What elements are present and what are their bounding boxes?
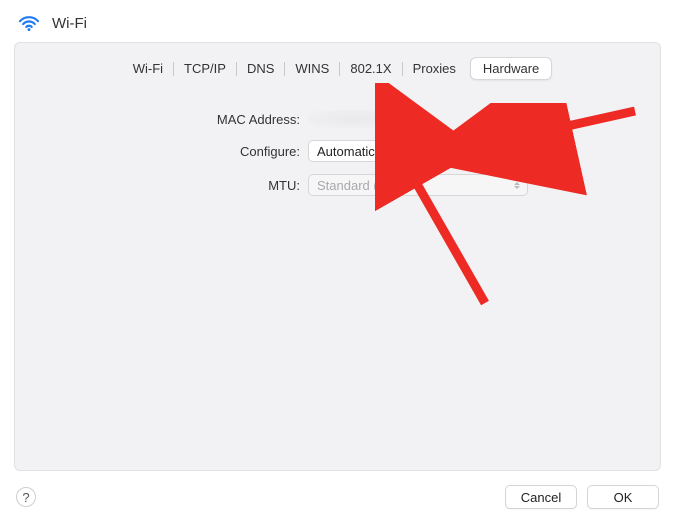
- mtu-select: Standard (1500): [308, 174, 528, 196]
- preferences-window: Wi-Fi Wi-Fi TCP/IP DNS WINS 802.1X Proxi…: [0, 0, 675, 523]
- mac-address-value: :10: [308, 110, 528, 128]
- header: Wi-Fi: [0, 0, 675, 42]
- chevron-up-down-icon: [508, 175, 526, 195]
- help-button[interactable]: ?: [16, 487, 36, 507]
- footer: ? Cancel OK: [0, 479, 675, 523]
- ok-button[interactable]: OK: [587, 485, 659, 509]
- mac-address-suffix: :10: [402, 112, 420, 127]
- chevron-up-down-icon: [508, 141, 526, 161]
- tab-tcpip[interactable]: TCP/IP: [174, 57, 236, 80]
- mtu-label: MTU:: [33, 178, 308, 193]
- page-title: Wi-Fi: [52, 15, 87, 32]
- mtu-select-value: Standard (1500): [317, 178, 411, 193]
- mac-address-redacted: [308, 110, 400, 128]
- tab-bar: Wi-Fi TCP/IP DNS WINS 802.1X Proxies Har…: [33, 57, 642, 80]
- tab-8021x[interactable]: 802.1X: [340, 57, 401, 80]
- tab-hardware[interactable]: Hardware: [470, 57, 552, 80]
- configure-label: Configure:: [33, 144, 308, 159]
- tab-wins[interactable]: WINS: [285, 57, 339, 80]
- hardware-form: MAC Address: :10 Configure: Automaticall…: [33, 110, 642, 196]
- wifi-icon: [18, 14, 40, 32]
- tab-wifi[interactable]: Wi-Fi: [123, 57, 173, 80]
- mac-address-label: MAC Address:: [33, 112, 308, 127]
- configure-select[interactable]: Automatically: [308, 140, 528, 162]
- tab-proxies[interactable]: Proxies: [403, 57, 466, 80]
- tab-dns[interactable]: DNS: [237, 57, 284, 80]
- content-panel: Wi-Fi TCP/IP DNS WINS 802.1X Proxies Har…: [14, 42, 661, 471]
- configure-select-value: Automatically: [317, 144, 394, 159]
- cancel-button[interactable]: Cancel: [505, 485, 577, 509]
